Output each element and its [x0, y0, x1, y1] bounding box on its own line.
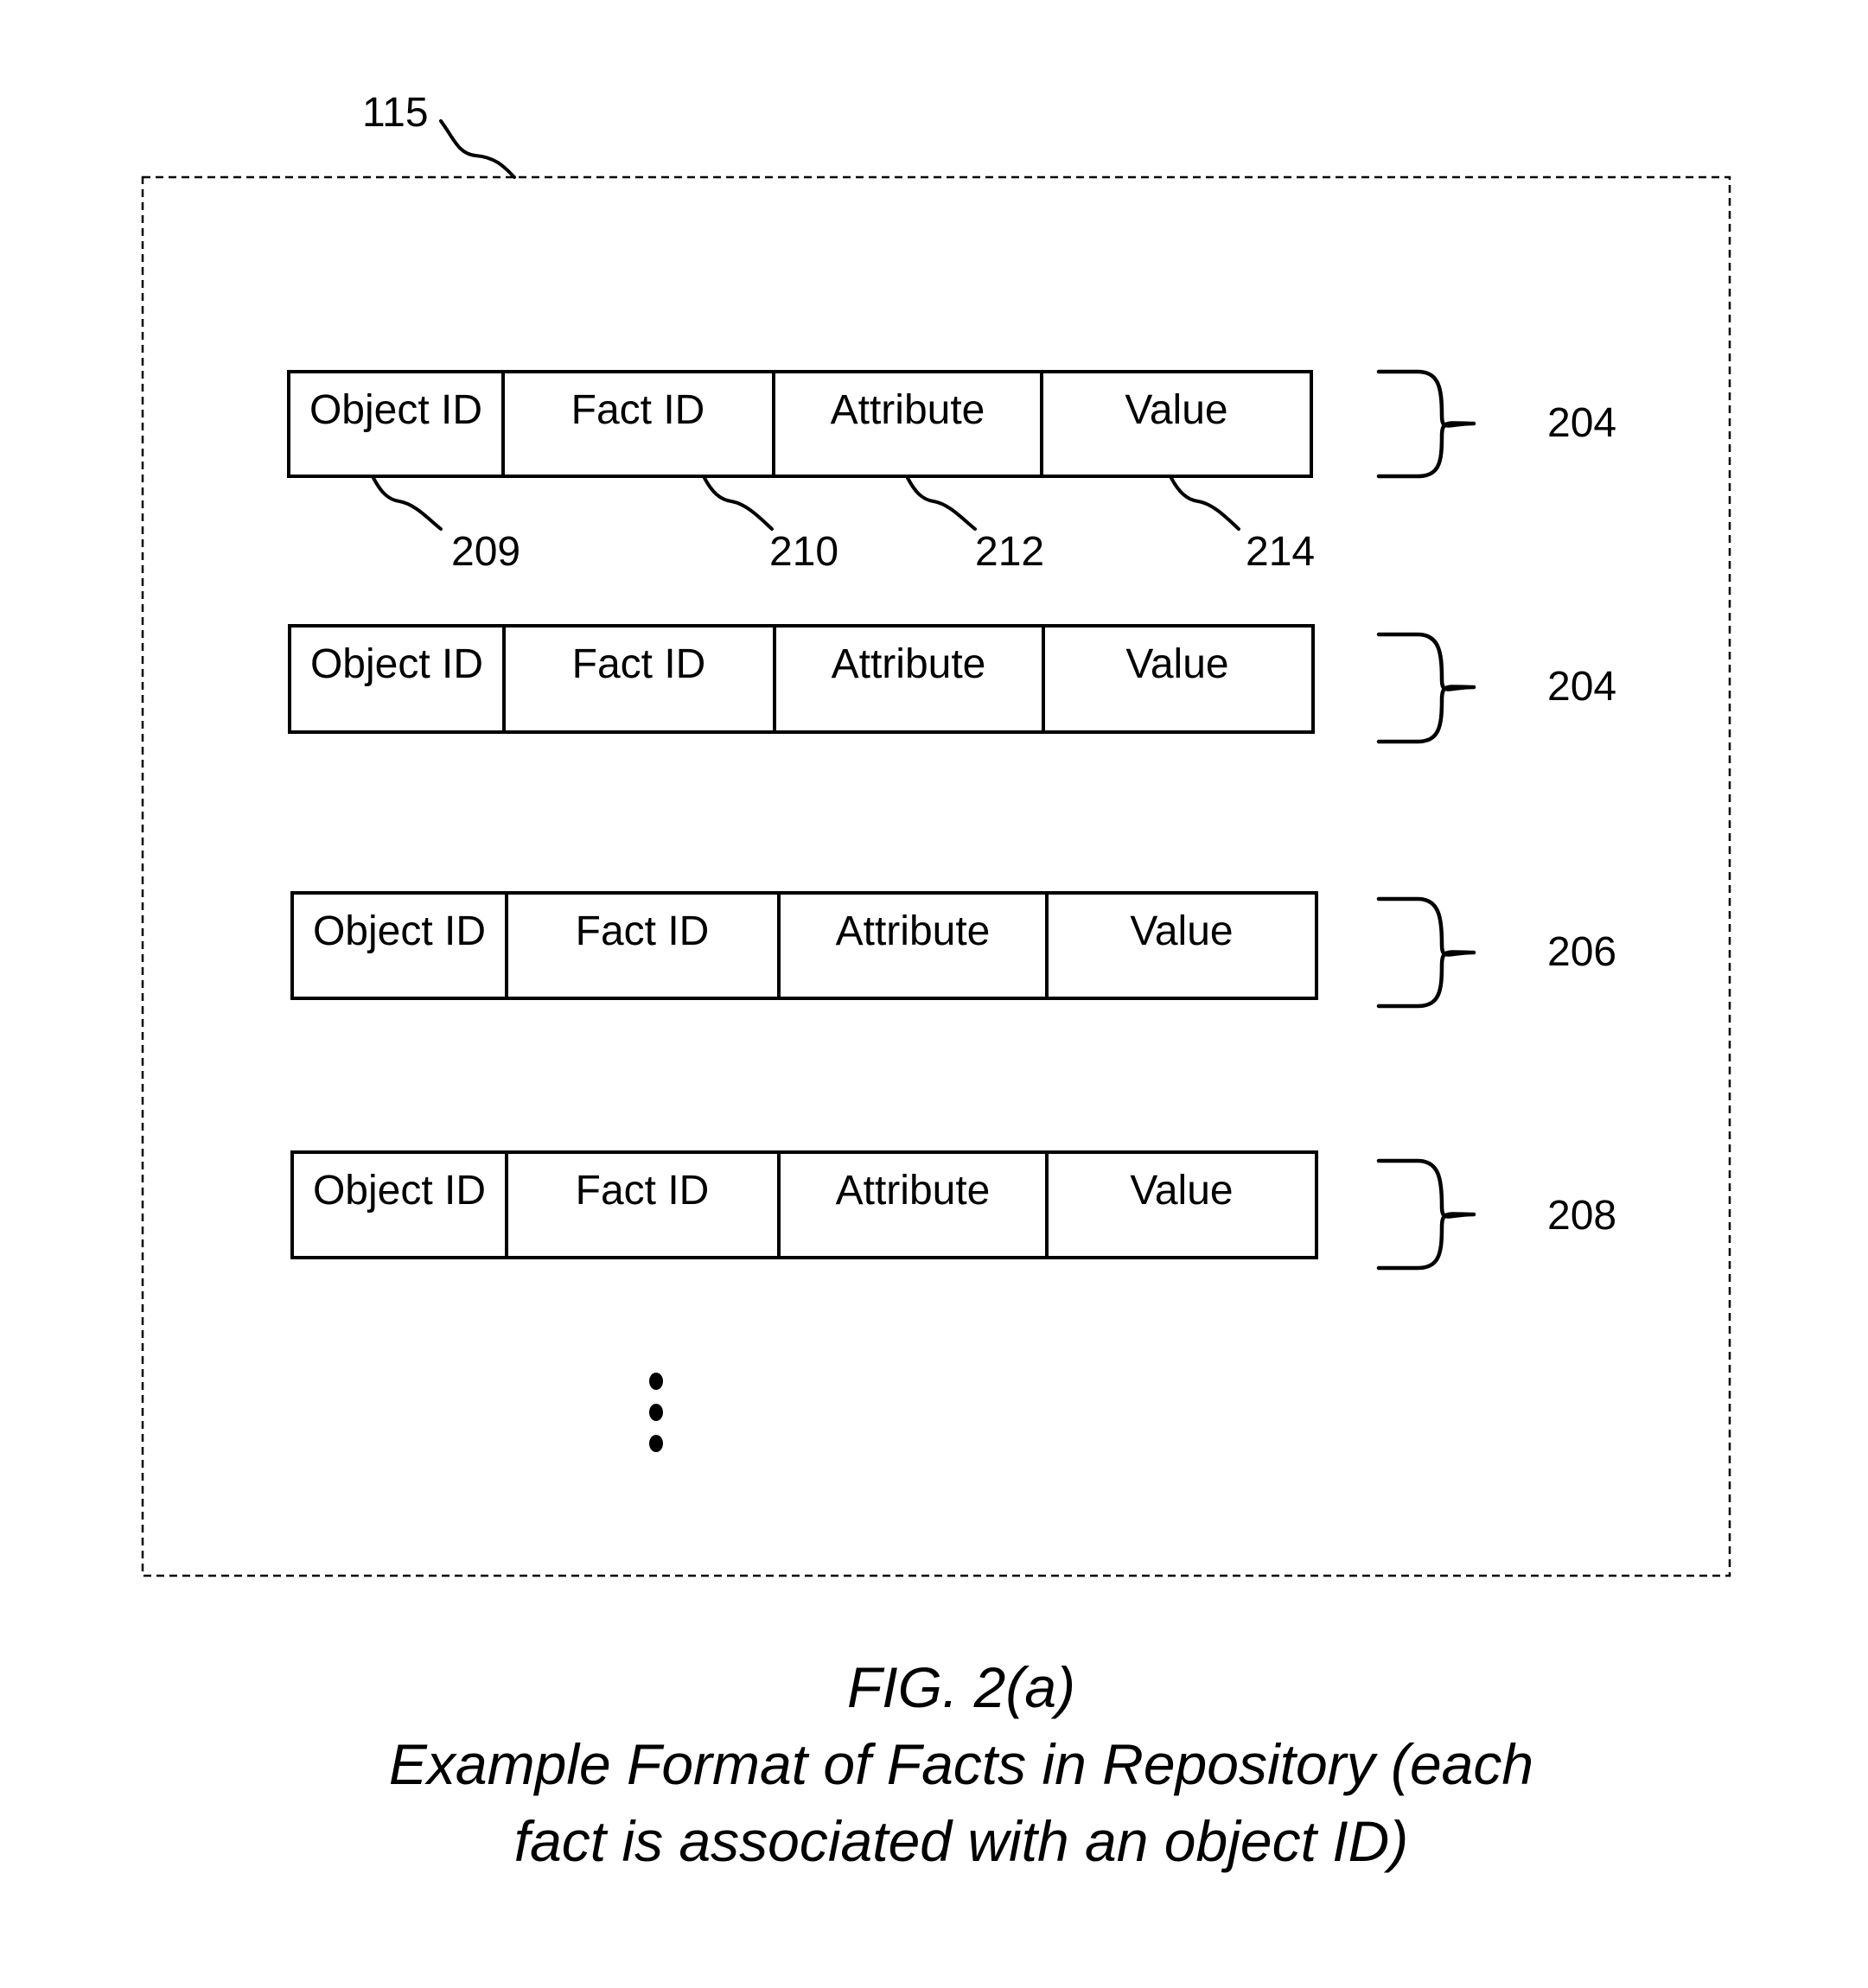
figure-caption-line-2: fact is associated with an object ID) — [514, 1809, 1408, 1873]
cell-label-fact-id: Fact ID — [571, 387, 705, 433]
fact-row-2: Object ID Fact ID Attribute Value 204 — [288, 624, 1616, 744]
cell-label-value: Value — [1125, 641, 1228, 687]
figure-canvas: 115 Object ID Fact ID Attribute Value 20… — [141, 90, 1731, 1873]
row-label: 208 — [1547, 1193, 1616, 1239]
fact-row-4: Object ID Fact ID Attribute Value 208 — [290, 1150, 1616, 1271]
callout-object-id: 209 — [451, 529, 520, 575]
callout-leader-object-id — [372, 476, 443, 531]
ellipsis-dot — [649, 1404, 663, 1421]
callout-value: 214 — [1246, 529, 1315, 575]
callout-leader-attribute — [906, 476, 977, 531]
row-label: 204 — [1547, 664, 1616, 710]
cell-label-object-id: Object ID — [313, 1168, 486, 1214]
ellipsis-dot — [649, 1373, 663, 1390]
cell-label-value: Value — [1130, 908, 1233, 954]
cell-label-attribute: Attribute — [832, 641, 986, 687]
row-brace — [1376, 632, 1476, 744]
ellipsis-dot — [649, 1435, 663, 1452]
row-label: 206 — [1547, 929, 1616, 975]
row-brace — [1376, 1158, 1476, 1271]
cell-label-attribute: Attribute — [836, 1168, 991, 1214]
callout-leader-fact-id — [703, 476, 774, 531]
cell-label-value: Value — [1130, 1168, 1233, 1214]
figure-caption-line-1: Example Format of Facts in Repository (e… — [389, 1732, 1533, 1796]
callout-attribute: 212 — [975, 529, 1044, 575]
fact-row-1: Object ID Fact ID Attribute Value 204 — [287, 369, 1616, 479]
container-leader-line — [439, 119, 516, 179]
row-brace — [1376, 896, 1476, 1009]
container-label: 115 — [362, 90, 429, 136]
cell-label-value: Value — [1125, 387, 1227, 433]
cell-label-object-id: Object ID — [313, 908, 486, 954]
callout-leader-value — [1170, 476, 1240, 531]
cell-label-attribute: Attribute — [831, 387, 985, 433]
cell-label-attribute: Attribute — [836, 908, 991, 954]
figure-title: FIG. 2(a) — [847, 1655, 1075, 1719]
cell-label-fact-id: Fact ID — [576, 1168, 710, 1214]
row-brace — [1376, 369, 1476, 479]
row-label: 204 — [1547, 400, 1616, 446]
callout-fact-id: 210 — [769, 529, 838, 575]
fact-row-3: Object ID Fact ID Attribute Value 206 — [290, 891, 1616, 1009]
cell-label-fact-id: Fact ID — [572, 641, 706, 687]
cell-label-object-id: Object ID — [310, 641, 483, 687]
cell-label-fact-id: Fact ID — [576, 908, 710, 954]
cell-label-object-id: Object ID — [309, 387, 482, 433]
ellipsis-vertical-icon — [649, 1373, 663, 1452]
